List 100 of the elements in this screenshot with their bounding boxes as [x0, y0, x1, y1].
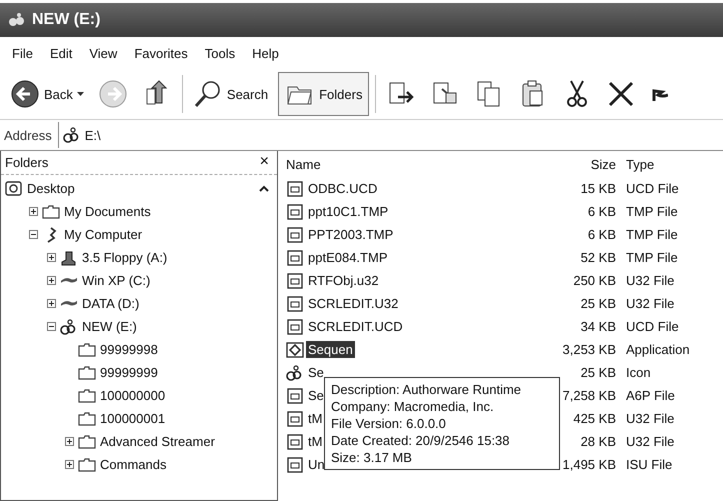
- file-name[interactable]: SCRLEDIT.UCD: [306, 318, 405, 335]
- folder-icon: [78, 342, 96, 358]
- folder-icon: [78, 364, 96, 380]
- file-name[interactable]: ODBC.UCD: [306, 180, 380, 197]
- tooltip-line: Company: Macromedia, Inc.: [331, 398, 495, 415]
- expander[interactable]: [47, 299, 56, 308]
- file-name[interactable]: PPT2003.TMP: [306, 226, 396, 243]
- cd-drive-icon: [62, 127, 81, 143]
- cd-drive-icon: [8, 13, 26, 27]
- file-name[interactable]: Sequen: [306, 341, 355, 358]
- file-type: TMP File: [625, 250, 678, 265]
- tree-item[interactable]: 3.5 Floppy (A:): [82, 250, 168, 265]
- file-name[interactable]: SCRLEDIT.U32: [306, 295, 400, 312]
- address-field[interactable]: E:\: [58, 122, 723, 148]
- tree-item[interactable]: My Computer: [64, 227, 142, 242]
- menu-item[interactable]: Help: [252, 46, 279, 60]
- tree-item[interactable]: DATA (D:): [82, 296, 140, 311]
- column-header[interactable]: Type: [616, 156, 654, 172]
- tooltip-line: Size: 3.17 MB: [331, 449, 413, 466]
- file-name[interactable]: Se: [306, 387, 326, 404]
- document-icon: [286, 272, 304, 288]
- close-button[interactable]: ×: [260, 155, 269, 170]
- file-name[interactable]: tM: [306, 433, 324, 450]
- file-name[interactable]: RTFObj.u32: [306, 272, 381, 289]
- document-icon: [286, 318, 304, 334]
- window-title: NEW (E:): [32, 11, 100, 29]
- tooltip-line: File Version: 6.0.0.0: [331, 415, 447, 432]
- tree-item[interactable]: 99999999: [100, 365, 158, 380]
- file-size: 7,258 KB: [562, 388, 616, 403]
- file-size: 25 KB: [580, 296, 616, 311]
- document-icon: [286, 250, 304, 266]
- file-type: TMP File: [625, 227, 678, 242]
- expander[interactable]: [47, 322, 56, 331]
- hard-drive-icon: [60, 277, 78, 284]
- folder-icon: [78, 434, 96, 450]
- file-type: UCD File: [625, 181, 679, 196]
- file-type: U32 File: [625, 273, 674, 288]
- expander[interactable]: [65, 460, 74, 469]
- cd-drive-icon: [60, 318, 78, 334]
- search-button[interactable]: Search: [188, 75, 272, 113]
- expander[interactable]: [29, 207, 38, 216]
- search-icon: [192, 79, 223, 109]
- file-size: 250 KB: [572, 273, 616, 288]
- menu-item[interactable]: File: [12, 46, 33, 60]
- document-icon: [286, 296, 304, 312]
- file-name[interactable]: Un: [306, 456, 327, 473]
- document-icon: [286, 388, 304, 404]
- file-size: 52 KB: [580, 250, 616, 265]
- menu-item[interactable]: Tools: [204, 46, 236, 60]
- column-header[interactable]: Size: [536, 156, 616, 172]
- document-icon: [286, 456, 304, 472]
- expander[interactable]: [47, 253, 56, 262]
- file-type: U32 File: [625, 434, 674, 449]
- floppy-drive-icon: [60, 250, 78, 266]
- tree-item[interactable]: 100000001: [100, 411, 166, 426]
- file-size: 28 KB: [580, 434, 616, 449]
- file-name[interactable]: Se: [306, 364, 326, 381]
- menu-item[interactable]: Edit: [50, 46, 72, 60]
- column-header[interactable]: Name: [286, 156, 536, 172]
- file-size: 425 KB: [572, 411, 616, 426]
- forward-icon: [98, 79, 128, 109]
- tree-item[interactable]: Desktop: [27, 181, 75, 196]
- file-type: U32 File: [625, 296, 674, 311]
- folder-icon: [42, 204, 60, 220]
- file-type: ISU File: [625, 457, 672, 472]
- folders-button[interactable]: Folders: [278, 72, 370, 116]
- file-name[interactable]: ppt10C1.TMP: [306, 203, 390, 220]
- file-size: 6 KB: [586, 227, 616, 242]
- document-icon: [286, 410, 304, 426]
- file-type: Icon: [625, 365, 651, 380]
- file-size: 6 KB: [586, 204, 616, 219]
- cd-drive-icon: [286, 364, 304, 380]
- tree-item[interactable]: Win XP (C:): [82, 273, 150, 288]
- tree-item[interactable]: 100000000: [100, 388, 166, 403]
- menu-item[interactable]: View: [89, 46, 118, 60]
- menu-item[interactable]: Favorites: [134, 46, 188, 60]
- file-size: 3,253 KB: [562, 342, 616, 357]
- tree-item[interactable]: 99999998: [100, 342, 158, 357]
- folder-icon: [78, 410, 96, 426]
- hard-drive-icon: [60, 300, 78, 307]
- expander[interactable]: [65, 437, 74, 446]
- tree-item[interactable]: Advanced Streamer: [100, 434, 215, 449]
- tooltip-line: Date Created: 20/9/2546 15:38: [331, 432, 511, 449]
- file-size: 15 KB: [580, 181, 616, 196]
- expander[interactable]: [47, 276, 56, 285]
- file-size: 1,495 KB: [562, 457, 616, 472]
- tree-item[interactable]: NEW (E:): [82, 319, 137, 334]
- back-button[interactable]: Back: [6, 75, 88, 113]
- tree-item[interactable]: Commands: [100, 457, 166, 472]
- scroll-up-icon[interactable]: [259, 185, 269, 192]
- file-name[interactable]: tM: [306, 410, 324, 427]
- tooltip-line: Description: Authorware Runtime: [331, 381, 522, 398]
- folder-icon: [78, 456, 96, 472]
- file-size: 25 KB: [580, 365, 616, 380]
- expander[interactable]: [29, 230, 38, 239]
- file-type: U32 File: [625, 411, 674, 426]
- tree-item[interactable]: My Documents: [64, 204, 151, 219]
- file-name[interactable]: pptE084.TMP: [306, 249, 390, 266]
- file-type: UCD File: [625, 319, 679, 334]
- address-label: Address: [3, 128, 53, 142]
